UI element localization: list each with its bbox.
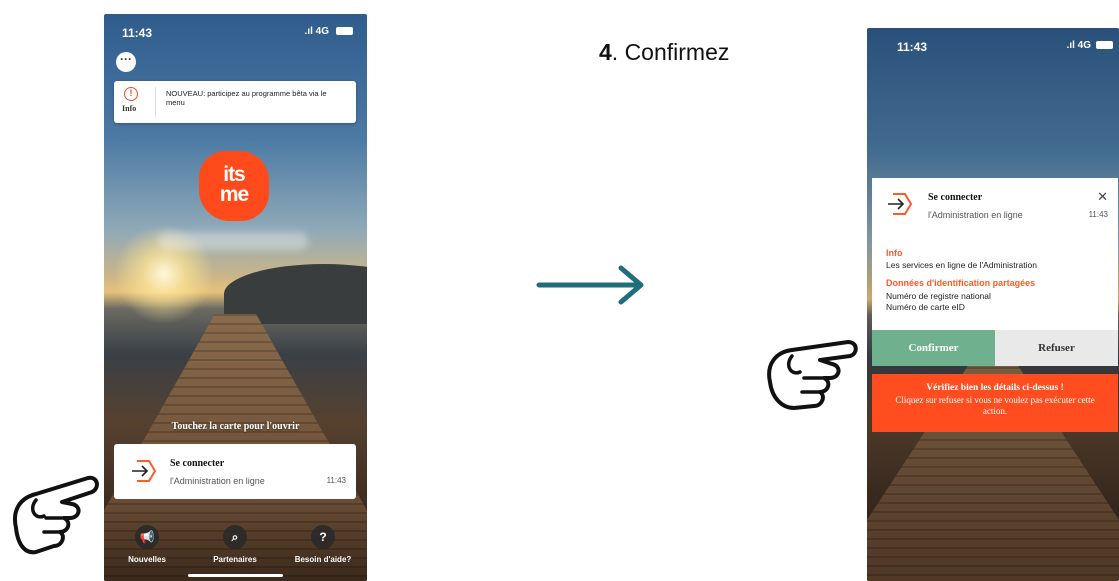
login-request-card[interactable]: Se connecter l'Administration en ligne 1… (114, 444, 356, 499)
search-icon: ⌕ (223, 525, 247, 549)
confirm-button[interactable]: Confirmer (872, 330, 995, 366)
menu-button[interactable]: ··· (116, 52, 136, 72)
data-heading: Données d'identification partagées (886, 278, 1036, 288)
refuse-button[interactable]: Refuser (995, 330, 1118, 366)
alert-icon: ! (124, 87, 138, 101)
step-text: . Confirmez (611, 39, 730, 65)
bottom-navigation: 📢 Nouvelles ⌕ Partenaires ? Besoin d'aid… (104, 503, 367, 581)
confirm-card-time: 11:43 (1088, 210, 1108, 219)
status-time: 11:43 (122, 26, 153, 40)
status-time: 11:43 (897, 40, 928, 54)
info-banner-text: NOUVEAU: participez au programme bêta vi… (166, 89, 327, 107)
info-text: Les services en ligne de l'Administratio… (886, 260, 1037, 270)
logo-text-its: its (223, 163, 246, 186)
network-indicator: .ıl 4G (1066, 40, 1091, 51)
home-indicator (188, 574, 283, 577)
megaphone-icon: 📢 (135, 525, 159, 549)
confirmation-card: Se connecter l'Administration en ligne ✕… (872, 178, 1118, 330)
pointing-hand-icon (767, 340, 858, 410)
login-card-subtitle: l'Administration en ligne (170, 476, 265, 486)
confirm-card-title: Se connecter (928, 192, 983, 203)
logo-text-me: me (219, 183, 249, 206)
nav-help-label: Besoin d'aide? (294, 555, 352, 564)
nav-nouvelles-label: Nouvelles (128, 555, 166, 564)
itsme-logo: its me (199, 151, 269, 221)
login-card-time: 11:43 (326, 476, 346, 485)
status-bar: 11:43 .ıl 4G (104, 14, 367, 42)
warning-text: Cliquez sur refuser si vous ne voulez pa… (895, 395, 1095, 416)
warning-banner: Vérifiez bien les détails ci-dessus ! Cl… (872, 374, 1118, 432)
warning-title: Vérifiez bien les détails ci-dessus ! (926, 383, 1064, 393)
network-indicator: .ıl 4G (304, 26, 329, 37)
data-item: Numéro de registre national (886, 291, 991, 301)
step-number: 4 (599, 39, 612, 65)
close-icon[interactable]: ✕ (1097, 189, 1108, 205)
login-card-title: Se connecter (170, 458, 225, 469)
nav-help[interactable]: ? Besoin d'aide? (288, 525, 358, 564)
battery-icon (1096, 41, 1113, 49)
battery-icon (336, 27, 353, 35)
banner-divider (155, 87, 156, 117)
nav-nouvelles[interactable]: 📢 Nouvelles (112, 525, 182, 564)
login-arrow-icon (888, 193, 912, 215)
pointing-hand-icon (13, 475, 99, 555)
nav-partenaires-label: Partenaires (213, 555, 257, 564)
login-arrow-icon (132, 460, 156, 482)
data-item: Numéro de carte eID (886, 302, 965, 312)
phone-screen-confirm: 11:43 .ıl 4G Se connecter l'Administrati… (867, 28, 1119, 581)
nav-partenaires[interactable]: ⌕ Partenaires (200, 525, 270, 564)
right-arrow-icon (536, 265, 644, 305)
confirm-card-subtitle: l'Administration en ligne (928, 210, 1023, 220)
step-label: 4. Confirmez (599, 39, 729, 66)
info-label: Info (122, 104, 137, 113)
info-banner[interactable]: ! Info NOUVEAU: participez au programme … (114, 81, 356, 123)
question-icon: ? (311, 525, 335, 549)
phone-screen-home: 11:43 .ıl 4G ··· ! Info NOUVEAU: partici… (104, 14, 367, 581)
blurred-user-name (158, 232, 308, 250)
info-heading: Info (886, 248, 903, 258)
status-bar: 11:43 .ıl 4G (867, 28, 1119, 56)
more-icon: ··· (120, 52, 132, 66)
tap-card-hint: Touchez la carte pour l'ouvrir (171, 421, 300, 432)
